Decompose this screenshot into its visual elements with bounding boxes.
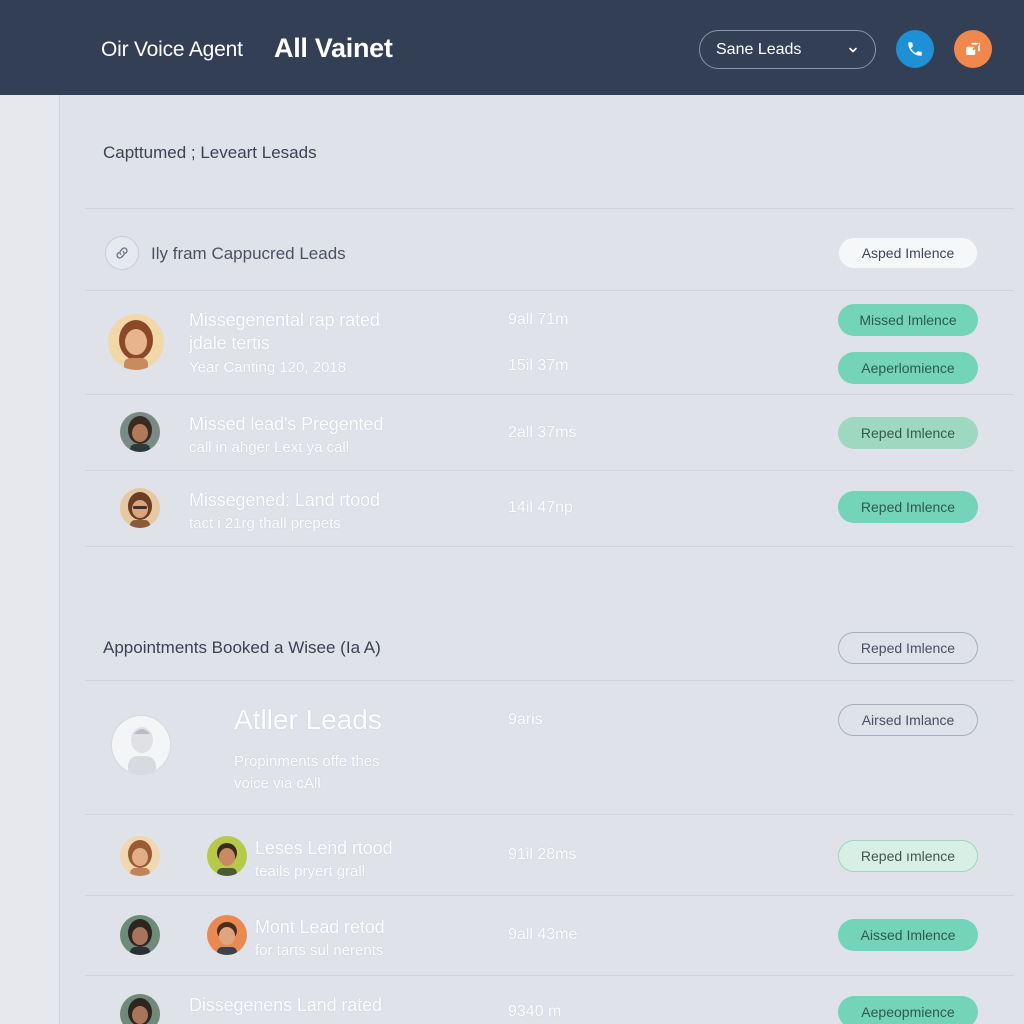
appointment-time: 91il 28ms xyxy=(508,846,577,863)
divider xyxy=(85,290,1014,291)
avatar xyxy=(120,915,160,955)
share-icon xyxy=(966,42,980,55)
lead-subtitle: tact i 21rg thall prepets xyxy=(189,515,341,532)
appointment-time: 9aris xyxy=(508,711,543,728)
divider xyxy=(85,975,1014,976)
link-icon xyxy=(116,247,128,259)
divider xyxy=(85,208,1014,209)
divider xyxy=(85,394,1014,395)
avatar xyxy=(120,412,160,452)
lead-title: Missed lead's Pregented xyxy=(189,414,384,434)
avatar xyxy=(108,314,164,370)
section-title-captured: Capttumed ; Leveart Lesads xyxy=(103,143,317,162)
top-header: Oir Voice Agent All Vainet Sane Leads xyxy=(0,0,1024,95)
appointment-title: Leses Lend rtood xyxy=(255,838,393,858)
status-badge[interactable]: Airsed Imlance xyxy=(838,704,978,736)
divider xyxy=(85,546,1014,547)
section-title-appointments: Appointments Booked a Wisee (Ia A) xyxy=(103,638,381,657)
appointment-title: Mont Lead retod xyxy=(255,917,385,937)
lead-title: Missegenental rap rated xyxy=(189,310,380,330)
lead-time: 15il 37m xyxy=(508,357,569,374)
asped-button[interactable]: Asped Imlence xyxy=(838,237,978,269)
lead-filter-select[interactable]: Sane Leads xyxy=(699,30,876,69)
avatar xyxy=(207,915,247,955)
avatar xyxy=(207,836,247,876)
status-badge[interactable]: Aissed Imlence xyxy=(838,919,978,951)
avatar xyxy=(120,488,160,528)
avatar xyxy=(120,994,160,1024)
lead-time: 14il 47np xyxy=(508,499,573,516)
appointment-time: 9all 43me xyxy=(508,926,578,943)
share-button[interactable] xyxy=(954,30,992,68)
call-button[interactable] xyxy=(896,30,934,68)
left-rail xyxy=(0,95,60,1024)
appointment-subtitle-line2: voice via cAll xyxy=(234,775,321,792)
link-button[interactable] xyxy=(105,236,139,270)
chevron-down-icon xyxy=(849,47,857,53)
appointment-subtitle: teails pryert grall xyxy=(255,863,366,880)
lead-subtitle: call in ahger Lext ya call xyxy=(189,439,350,456)
phone-icon xyxy=(908,42,922,56)
lead-title-line2: jdale tertis xyxy=(189,333,270,353)
avatar xyxy=(120,836,160,876)
divider xyxy=(85,470,1014,471)
status-badge[interactable]: Missed Imlence xyxy=(838,304,978,336)
status-badge[interactable]: Reped Imlence xyxy=(838,417,978,449)
divider xyxy=(85,895,1014,896)
divider xyxy=(85,814,1014,815)
status-badge[interactable]: Aepeopmience xyxy=(838,996,978,1024)
status-badge[interactable]: Reped Imlence xyxy=(838,491,978,523)
lead-subtitle: Year Canting 120, 2018 xyxy=(189,359,347,376)
appointment-subtitle: Propinments offe thes xyxy=(234,753,380,770)
reped-button[interactable]: Reped Imlence xyxy=(838,632,978,664)
status-badge[interactable]: Aeperlomience xyxy=(838,352,978,384)
appointment-subtitle: for tarts sul nerents xyxy=(255,942,384,959)
lead-time: 9all 71m xyxy=(508,311,569,328)
lead-time: 2all 37ms xyxy=(508,424,577,441)
appointment-title: Atller Leads xyxy=(234,704,382,735)
brand-title: All Vainet xyxy=(274,33,393,63)
app-name: Oir Voice Agent xyxy=(101,38,243,61)
divider xyxy=(85,680,1014,681)
lead-filter-value: Sane Leads xyxy=(716,41,802,58)
avatar xyxy=(111,715,171,775)
appointment-time: 9340 m xyxy=(508,1003,562,1020)
appointment-title: Dissegenens Land rated xyxy=(189,995,382,1015)
sub-heading-captured: Ily fram Cappucred Leads xyxy=(151,244,346,263)
lead-title: Missegened: Land rtood xyxy=(189,490,380,510)
status-badge[interactable]: Reped ımlence xyxy=(838,840,978,872)
